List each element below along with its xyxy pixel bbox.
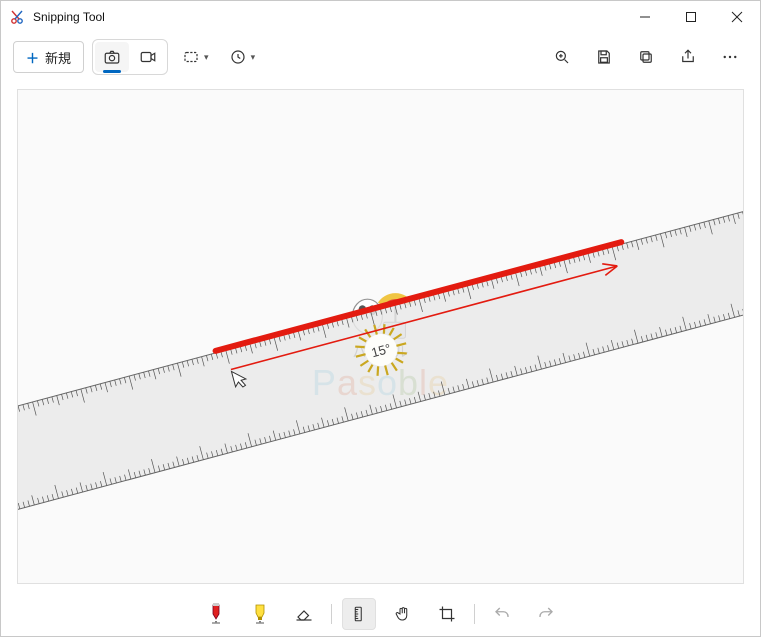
close-button[interactable] xyxy=(714,1,760,33)
undo-button[interactable] xyxy=(485,598,519,630)
crop-button[interactable] xyxy=(430,598,464,630)
mode-group xyxy=(92,39,168,75)
save-button[interactable] xyxy=(586,41,622,73)
eraser-button[interactable] xyxy=(287,598,321,630)
undo-icon xyxy=(493,605,511,623)
app-title: Snipping Tool xyxy=(33,10,105,24)
title-bar: Snipping Tool xyxy=(1,1,760,33)
app-icon xyxy=(9,9,25,25)
new-snip-button[interactable]: ＋ 新規 xyxy=(13,41,84,73)
crop-icon xyxy=(438,605,456,623)
chevron-down-icon: ▾ xyxy=(251,52,256,63)
zoom-in-icon xyxy=(553,48,571,66)
zoom-button[interactable] xyxy=(544,41,580,73)
clock-icon xyxy=(229,48,247,66)
redo-icon xyxy=(537,605,555,623)
save-icon xyxy=(595,48,613,66)
snip-shape-dropdown[interactable]: ▾ xyxy=(176,42,215,72)
separator xyxy=(474,604,475,624)
ruler-overlay[interactable]: 15° xyxy=(18,90,744,584)
more-icon xyxy=(721,48,739,66)
canvas-area[interactable]: パソブル Pasoble xyxy=(1,81,760,592)
eraser-icon xyxy=(295,605,313,623)
separator xyxy=(331,604,332,624)
copy-icon xyxy=(637,48,655,66)
video-icon xyxy=(139,48,157,66)
toolbar-right xyxy=(544,41,748,73)
screenshot-mode-button[interactable] xyxy=(95,42,129,72)
more-button[interactable] xyxy=(712,41,748,73)
app-window: Snipping Tool ＋ 新規 xyxy=(0,0,761,637)
copy-button[interactable] xyxy=(628,41,664,73)
new-snip-label: 新規 xyxy=(45,48,71,67)
ruler-button[interactable] xyxy=(342,598,376,630)
hand-icon xyxy=(394,605,412,623)
toolbar: ＋ 新規 ▾ ▾ xyxy=(1,33,760,81)
highlighter-button[interactable] xyxy=(243,598,277,630)
ballpoint-pen-button[interactable] xyxy=(199,598,233,630)
redo-button[interactable] xyxy=(529,598,563,630)
camera-icon xyxy=(103,48,121,66)
touch-writing-button[interactable] xyxy=(386,598,420,630)
share-button[interactable] xyxy=(670,41,706,73)
minimize-button[interactable] xyxy=(622,1,668,33)
video-mode-button[interactable] xyxy=(131,42,165,72)
chevron-down-icon: ▾ xyxy=(204,52,209,63)
highlighter-icon xyxy=(251,603,269,625)
share-icon xyxy=(679,48,697,66)
maximize-button[interactable] xyxy=(668,1,714,33)
edit-toolbar xyxy=(1,592,760,636)
pen-red-icon xyxy=(207,603,225,625)
ruler-icon xyxy=(350,605,368,623)
rect-snip-icon xyxy=(182,48,200,66)
plus-icon: ＋ xyxy=(26,48,39,67)
snip-canvas[interactable]: パソブル Pasoble xyxy=(17,89,744,584)
delay-dropdown[interactable]: ▾ xyxy=(223,42,262,72)
